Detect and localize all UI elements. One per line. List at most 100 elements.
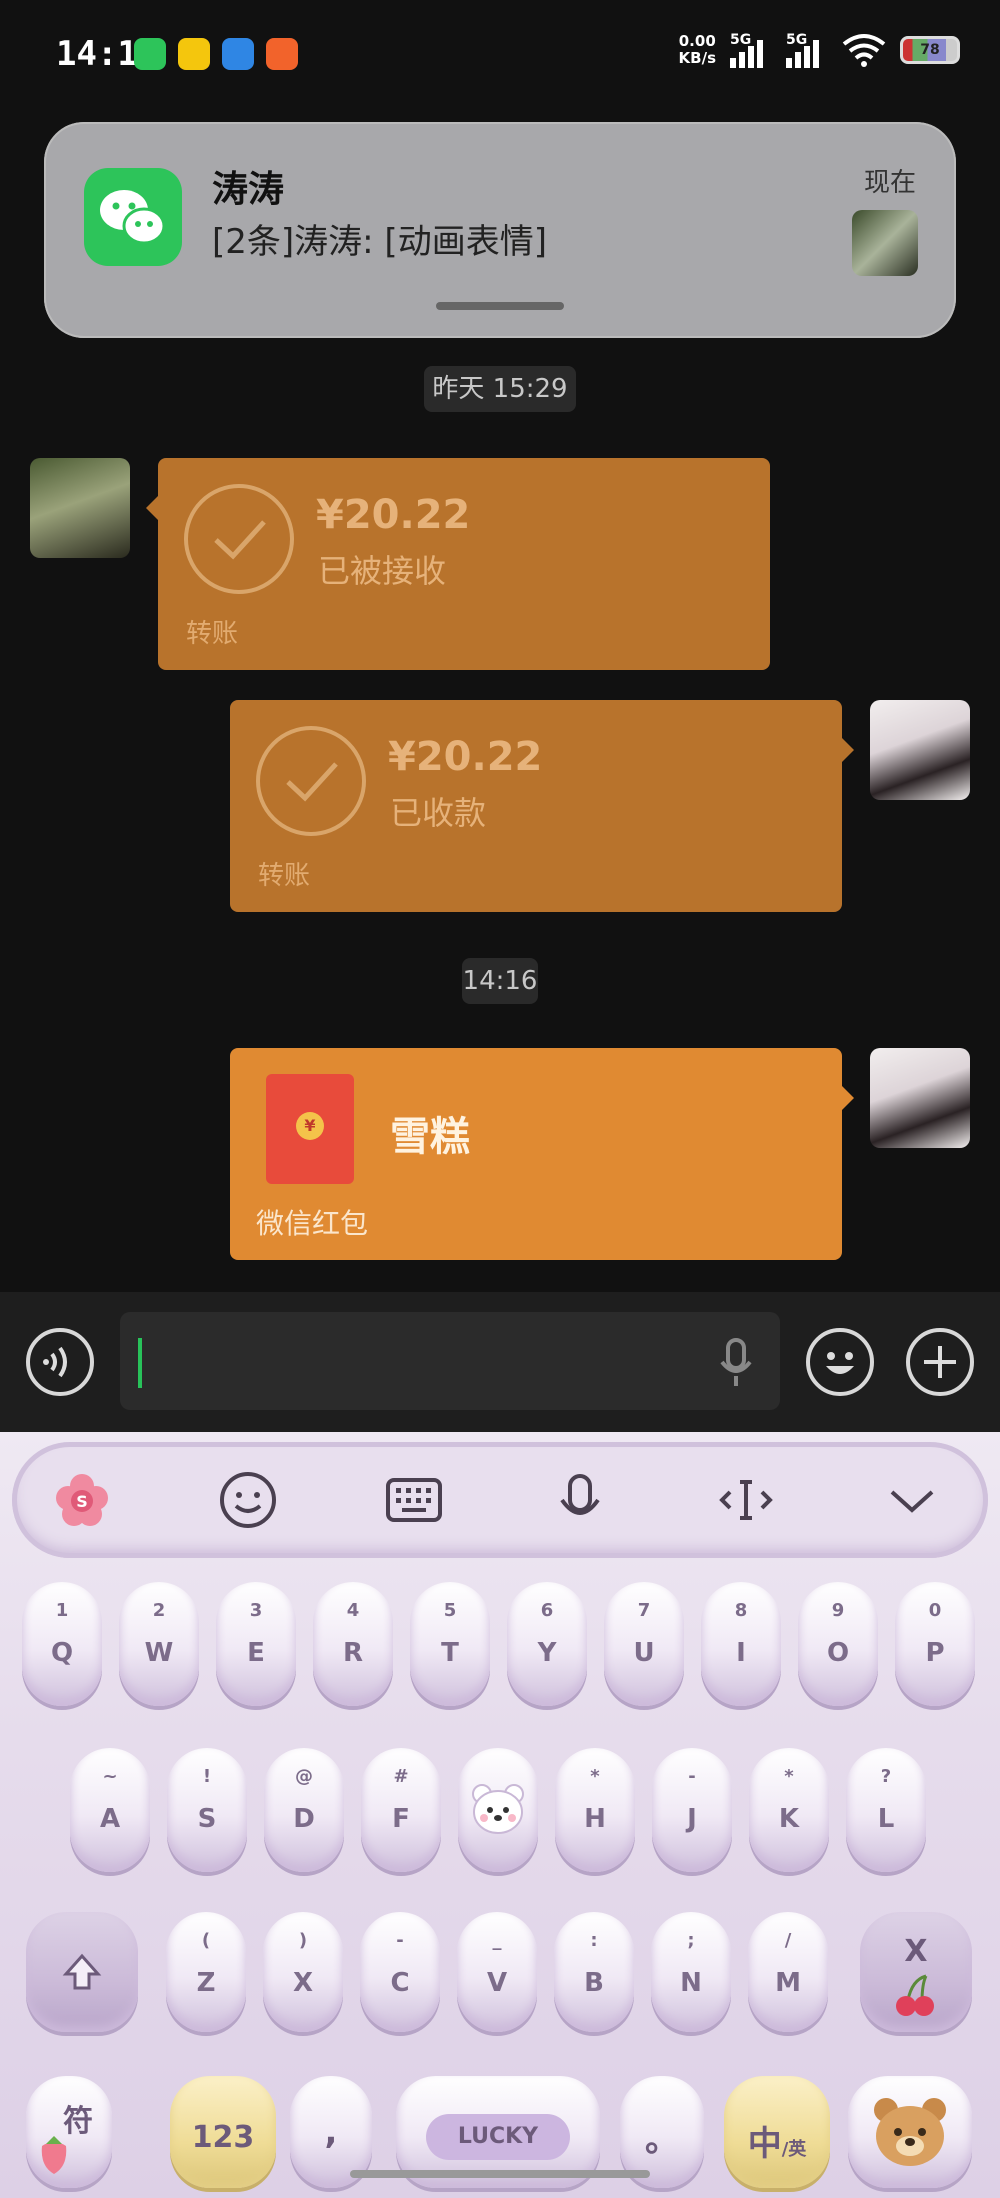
wechat-icon xyxy=(84,168,182,266)
key-v[interactable]: _ V xyxy=(457,1912,537,2032)
voice-mode-button[interactable] xyxy=(26,1328,94,1396)
key-symbol: * xyxy=(784,1766,794,1787)
chat-timestamp: 昨天 15:29 xyxy=(424,366,576,412)
red-packet-icon: ¥ xyxy=(266,1074,354,1184)
period-label: 。 xyxy=(645,2120,679,2160)
transfer-amount: ¥20.22 xyxy=(388,734,543,780)
comma-label: , xyxy=(324,2112,338,2152)
key-h[interactable]: * H xyxy=(555,1748,635,1872)
key-letter: H xyxy=(584,1804,606,1834)
key-symbol: 5 xyxy=(443,1600,457,1621)
key-b[interactable]: :B xyxy=(554,1912,634,2032)
key-letter: N xyxy=(680,1968,702,1998)
notification-handle[interactable] xyxy=(436,302,564,310)
keyboard-icon[interactable] xyxy=(384,1470,444,1530)
mic-icon[interactable] xyxy=(550,1470,610,1530)
key-z[interactable]: (Z xyxy=(166,1912,246,2032)
key-letter: L xyxy=(877,1804,895,1834)
avatar[interactable] xyxy=(30,458,130,558)
keyboard: S 1Q2W3E4R5T6Y7U8I9O0P ~ A! S @ D # F * H - J * K? L … xyxy=(0,1432,1000,2198)
key-m[interactable]: / M xyxy=(748,1912,828,2032)
mic-icon[interactable] xyxy=(718,1338,754,1388)
strawberry-icon xyxy=(41,2136,67,2174)
emoji-icon[interactable] xyxy=(218,1470,278,1530)
key-y[interactable]: 6Y xyxy=(507,1582,587,1706)
key-q[interactable]: 1Q xyxy=(22,1582,102,1706)
symbols-key[interactable]: 符 xyxy=(26,2076,112,2188)
transfer-bubble[interactable]: ¥20.22 已收款 转账 xyxy=(230,700,854,912)
key-u[interactable]: 7U xyxy=(604,1582,684,1706)
delete-key[interactable]: X xyxy=(860,1912,972,2032)
key-i[interactable]: 8I xyxy=(701,1582,781,1706)
bear-key[interactable] xyxy=(458,1748,538,1872)
key-a[interactable]: ~ A xyxy=(70,1748,150,1872)
collapse-icon[interactable] xyxy=(882,1470,942,1530)
net-speed-value: 0.00 xyxy=(678,32,716,50)
numbers-label: 123 xyxy=(191,2120,255,2155)
red-packet-label: 微信红包 xyxy=(256,1207,369,1240)
key-n[interactable]: ; N xyxy=(651,1912,731,2032)
browser-app-icon xyxy=(222,38,254,70)
key-symbol: 3 xyxy=(249,1600,263,1621)
key-w[interactable]: 2W xyxy=(119,1582,199,1706)
key-j[interactable]: -J xyxy=(652,1748,732,1872)
shift-key[interactable] xyxy=(26,1912,138,2032)
language-alt: /英 xyxy=(781,2139,807,2160)
signal-icon: 5G xyxy=(730,32,772,68)
notification-thumbnail xyxy=(852,210,918,276)
bear-emoji-key[interactable] xyxy=(848,2076,972,2188)
cursor-icon[interactable] xyxy=(716,1470,776,1530)
emoji-button[interactable] xyxy=(806,1328,874,1396)
key-c[interactable]: -C xyxy=(360,1912,440,2032)
key-e[interactable]: 3E xyxy=(216,1582,296,1706)
plus-icon xyxy=(924,1346,956,1378)
wechat-app-icon xyxy=(134,38,166,70)
key-symbol: # xyxy=(393,1766,409,1787)
key-symbol: - xyxy=(688,1766,696,1787)
transfer-label: 转账 xyxy=(258,861,311,891)
key-symbol: 9 xyxy=(831,1600,845,1621)
more-button[interactable] xyxy=(906,1328,974,1396)
key-t[interactable]: 5T xyxy=(410,1582,490,1706)
key-symbol: _ xyxy=(492,1930,502,1951)
status-bar: 14:17 0.00 KB/s 5G 5G 78 xyxy=(0,0,1000,110)
key-d[interactable]: @ D xyxy=(264,1748,344,1872)
language-main: 中 xyxy=(747,2124,782,2164)
avatar[interactable] xyxy=(870,700,970,800)
transfer-bubble[interactable]: ¥20.22 已被接收 转账 xyxy=(146,458,770,670)
text-caret xyxy=(138,1338,142,1388)
key-p[interactable]: 0P xyxy=(895,1582,975,1706)
key-k[interactable]: * K xyxy=(749,1748,829,1872)
check-icon xyxy=(256,726,366,836)
key-symbol: : xyxy=(590,1930,598,1951)
key-o[interactable]: 9O xyxy=(798,1582,878,1706)
key-letter: D xyxy=(293,1804,315,1834)
key-symbol: * xyxy=(590,1766,600,1787)
key-s[interactable]: ! S xyxy=(167,1748,247,1872)
shift-icon xyxy=(62,1953,102,1990)
avatar[interactable] xyxy=(870,1048,970,1148)
key-letter: E xyxy=(247,1638,265,1668)
language-label: 中/英 xyxy=(724,2116,830,2165)
key-letter: Z xyxy=(196,1968,216,1998)
red-packet-bubble[interactable]: ¥ 雪糕 微信红包 xyxy=(230,1048,854,1260)
language-key[interactable]: 中/英 xyxy=(724,2076,830,2188)
numbers-key[interactable]: 123 xyxy=(170,2076,276,2188)
key-l[interactable]: ? L xyxy=(846,1748,926,1872)
key-letter: I xyxy=(736,1638,746,1668)
status-right-group: 0.00 KB/s 5G 5G 78 xyxy=(679,32,960,68)
key-f[interactable]: # F xyxy=(361,1748,441,1872)
store-app-icon xyxy=(266,38,298,70)
net-speed: 0.00 KB/s xyxy=(679,33,716,67)
key-x[interactable]: ) X xyxy=(263,1912,343,2032)
key-symbol: - xyxy=(396,1930,404,1951)
notification-banner[interactable]: 涛涛 [2条]涛涛: [动画表情] 现在 xyxy=(44,122,956,338)
home-indicator[interactable] xyxy=(350,2170,650,2178)
key-symbol: @ xyxy=(295,1766,313,1787)
key-r[interactable]: 4R xyxy=(313,1582,393,1706)
key-letter: W xyxy=(144,1638,174,1668)
notification-time: 现在 xyxy=(863,168,916,198)
message-input[interactable] xyxy=(120,1312,780,1410)
transfer-status: 已被接收 xyxy=(318,552,447,590)
flower-s-icon[interactable]: S xyxy=(52,1470,112,1530)
